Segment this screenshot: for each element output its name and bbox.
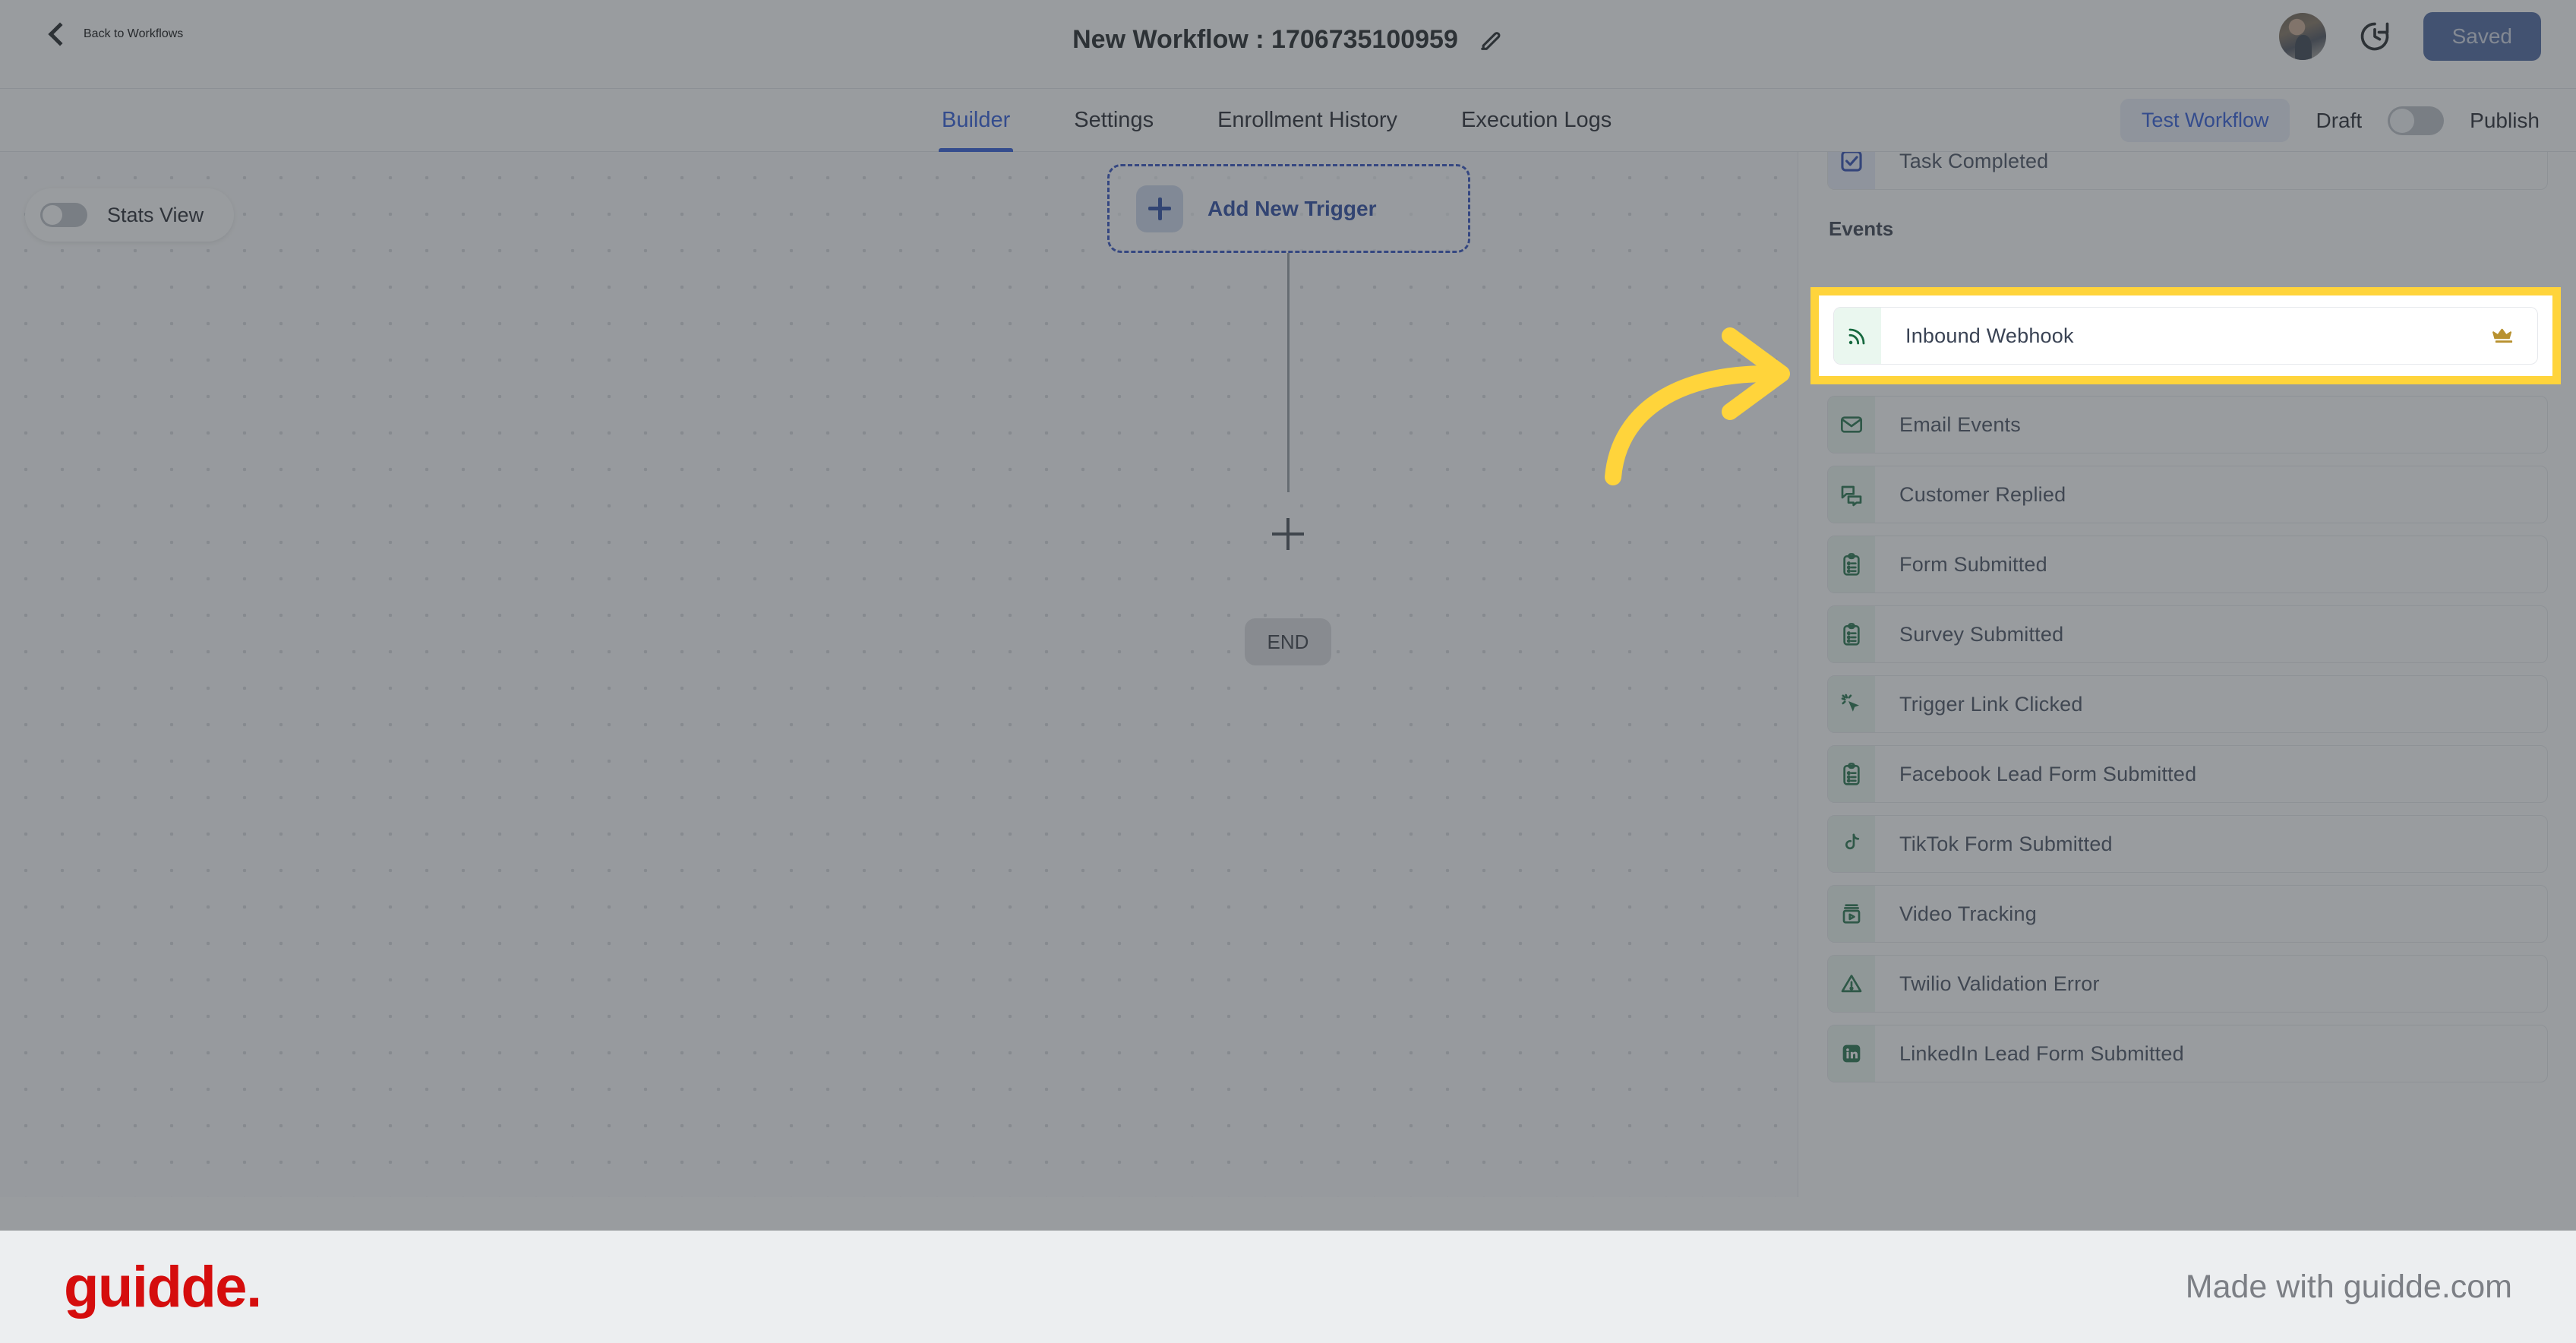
- list-item-label: Facebook Lead Form Submitted: [1899, 762, 2197, 785]
- checkbox-checked-icon: [1828, 152, 1875, 189]
- end-node: END: [1245, 618, 1331, 665]
- list-item-label: TikTok Form Submitted: [1899, 832, 2113, 855]
- linkedin-icon: [1828, 1025, 1875, 1082]
- toggle-knob: [43, 205, 62, 225]
- header-right-group: Saved: [2278, 12, 2541, 61]
- tabs-bar: Builder Settings Enrollment History Exec…: [0, 89, 2576, 152]
- list-item-facebook-lead-form-submitted[interactable]: Facebook Lead Form Submitted: [1827, 745, 2548, 803]
- list-item-tiktok-form-submitted[interactable]: TikTok Form Submitted: [1827, 815, 2548, 873]
- chevron-left-icon: [48, 22, 72, 46]
- back-to-workflows-label: Back to Workflows: [84, 27, 184, 40]
- test-workflow-button[interactable]: Test Workflow: [2120, 99, 2290, 142]
- list-item-task-completed[interactable]: Task Completed: [1827, 152, 2548, 190]
- toggle-knob: [2390, 108, 2415, 133]
- list-item-twilio-validation-error[interactable]: Twilio Validation Error: [1827, 955, 2548, 1013]
- tab-enrollment-history[interactable]: Enrollment History: [1185, 89, 1429, 152]
- stats-view-label: Stats View: [107, 203, 204, 226]
- tab-settings[interactable]: Settings: [1042, 89, 1185, 152]
- workflow-canvas[interactable]: Stats View Add New Trigger END g 7: [0, 152, 1798, 1197]
- clipboard-icon: [1828, 606, 1875, 662]
- plus-icon: [1136, 185, 1183, 232]
- pencil-icon[interactable]: [1478, 27, 1504, 53]
- list-item-email-events[interactable]: Email Events: [1827, 396, 2548, 453]
- guidde-footer: guidde. Made with guidde.com: [0, 1231, 2576, 1343]
- guidde-logo: guidde.: [64, 1254, 262, 1319]
- list-item-trigger-link-clicked[interactable]: Trigger Link Clicked: [1827, 675, 2548, 733]
- publish-label: Publish: [2470, 108, 2540, 132]
- list-item-inbound-webhook[interactable]: Inbound Webhook: [1833, 307, 2538, 365]
- tab-builder[interactable]: Builder: [910, 89, 1042, 152]
- list-item-label: Inbound Webhook: [1905, 324, 2074, 347]
- add-step-plus-icon[interactable]: [1272, 518, 1304, 550]
- list-item-label: Twilio Validation Error: [1899, 972, 2100, 995]
- chat-bubbles-icon: [1828, 466, 1875, 523]
- premium-crown-icon: [2492, 328, 2513, 343]
- clipboard-icon: [1828, 536, 1875, 592]
- add-new-trigger-label: Add New Trigger: [1208, 196, 1377, 220]
- back-to-workflows-button[interactable]: Back to Workflows: [48, 22, 184, 46]
- envelope-icon: [1828, 397, 1875, 453]
- stats-view-toggle-pill[interactable]: Stats View: [25, 188, 235, 242]
- cursor-click-icon: [1828, 676, 1875, 732]
- spotlight-highlight-box: Inbound Webhook: [1810, 287, 2561, 384]
- stats-view-toggle[interactable]: [40, 203, 87, 227]
- list-item-label: Customer Replied: [1899, 482, 2066, 506]
- list-item-linkedin-lead-form-submitted[interactable]: LinkedIn Lead Form Submitted: [1827, 1025, 2548, 1082]
- tab-execution-logs[interactable]: Execution Logs: [1429, 89, 1643, 152]
- clock-history-icon[interactable]: [2358, 20, 2391, 53]
- webhook-rss-icon: [1834, 308, 1881, 364]
- tiktok-icon: [1828, 816, 1875, 872]
- page-title: New Workflow : 1706735100959: [1072, 25, 1458, 54]
- draft-label: Draft: [2316, 108, 2363, 132]
- list-item-label: Video Tracking: [1899, 902, 2037, 925]
- list-item-label: LinkedIn Lead Form Submitted: [1899, 1041, 2184, 1065]
- video-play-icon: [1828, 886, 1875, 942]
- list-item-customer-replied[interactable]: Customer Replied: [1827, 466, 2548, 523]
- app-header: Back to Workflows New Workflow : 1706735…: [0, 0, 2576, 89]
- saved-button[interactable]: Saved: [2423, 12, 2541, 61]
- made-with-guidde-label: Made with guidde.com: [2185, 1268, 2512, 1305]
- list-item-video-tracking[interactable]: Video Tracking: [1827, 885, 2548, 943]
- list-item-survey-submitted[interactable]: Survey Submitted: [1827, 605, 2548, 663]
- workflow-title-group: New Workflow : 1706735100959: [1072, 25, 1504, 55]
- list-item-label: Survey Submitted: [1899, 622, 2064, 646]
- workflow-edge-line: [1287, 253, 1290, 492]
- list-item-form-submitted[interactable]: Form Submitted: [1827, 536, 2548, 593]
- warning-triangle-icon: [1828, 956, 1875, 1012]
- avatar[interactable]: [2278, 13, 2326, 60]
- tabs-right-group: Test Workflow Draft Publish: [2120, 89, 2540, 152]
- publish-toggle[interactable]: [2388, 106, 2445, 135]
- curved-arrow-right-icon: [1605, 327, 1790, 485]
- list-item-label: Task Completed: [1899, 152, 2049, 172]
- add-new-trigger-node[interactable]: Add New Trigger: [1107, 164, 1470, 253]
- tab-list: Builder Settings Enrollment History Exec…: [910, 89, 1643, 152]
- clipboard-icon: [1828, 746, 1875, 802]
- list-item-label: Email Events: [1899, 412, 2021, 436]
- workflow-builder-app: Back to Workflows New Workflow : 1706735…: [0, 0, 2576, 1343]
- events-section-title: Events: [1829, 217, 1894, 240]
- list-item-label: Trigger Link Clicked: [1899, 692, 2083, 716]
- list-item-label: Form Submitted: [1899, 552, 2047, 576]
